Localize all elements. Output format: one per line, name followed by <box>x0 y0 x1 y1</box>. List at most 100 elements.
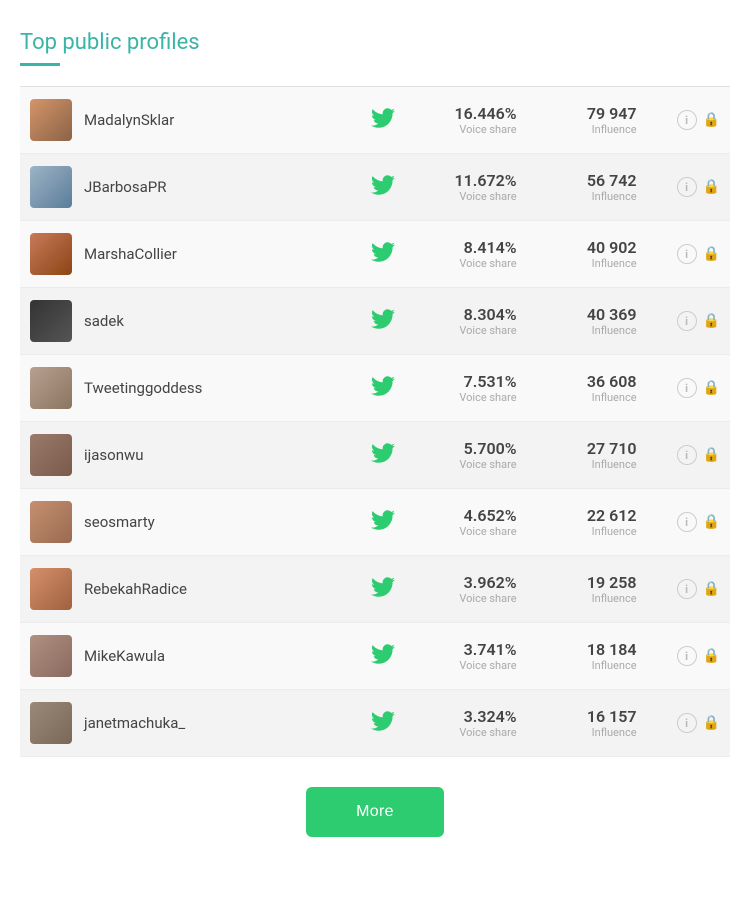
voice-share-label: Voice share <box>427 257 517 270</box>
influence-value: 27 710 <box>547 439 637 458</box>
avatar <box>30 434 72 476</box>
profile-name: Tweetinggoddess <box>84 379 369 397</box>
info-icon[interactable]: i <box>677 244 697 264</box>
voice-share-stat: 4.652% Voice share <box>427 506 517 538</box>
avatar <box>30 99 72 141</box>
influence-stat: 36 608 Influence <box>547 372 637 404</box>
profile-name: MarshaCollier <box>84 245 369 263</box>
voice-share-label: Voice share <box>427 525 517 538</box>
action-icons: i 🔒 <box>677 579 720 599</box>
voice-share-label: Voice share <box>427 391 517 404</box>
influence-stat: 79 947 Influence <box>547 104 637 136</box>
influence-stat: 22 612 Influence <box>547 506 637 538</box>
influence-label: Influence <box>547 592 637 605</box>
twitter-icon <box>369 575 397 603</box>
voice-share-stat: 16.446% Voice share <box>427 104 517 136</box>
lock-icon: 🔒 <box>703 380 720 396</box>
profile-list: MadalynSklar 16.446% Voice share 79 947 … <box>20 87 730 757</box>
voice-share-stat: 7.531% Voice share <box>427 372 517 404</box>
stats-group: 8.304% Voice share 40 369 Influence i 🔒 <box>427 305 720 337</box>
twitter-icon <box>369 709 397 737</box>
influence-stat: 19 258 Influence <box>547 573 637 605</box>
voice-share-stat: 8.304% Voice share <box>427 305 517 337</box>
info-icon[interactable]: i <box>677 646 697 666</box>
stats-group: 7.531% Voice share 36 608 Influence i 🔒 <box>427 372 720 404</box>
title-underline <box>20 63 60 66</box>
influence-value: 40 902 <box>547 238 637 257</box>
info-icon[interactable]: i <box>677 311 697 331</box>
stats-group: 16.446% Voice share 79 947 Influence i 🔒 <box>427 104 720 136</box>
influence-stat: 18 184 Influence <box>547 640 637 672</box>
table-row: MikeKawula 3.741% Voice share 18 184 Inf… <box>20 623 730 690</box>
action-icons: i 🔒 <box>677 713 720 733</box>
action-icons: i 🔒 <box>677 646 720 666</box>
stats-group: 5.700% Voice share 27 710 Influence i 🔒 <box>427 439 720 471</box>
lock-icon: 🔒 <box>703 246 720 262</box>
voice-share-label: Voice share <box>427 190 517 203</box>
twitter-icon <box>369 642 397 670</box>
info-icon[interactable]: i <box>677 579 697 599</box>
voice-share-value: 7.531% <box>427 372 517 391</box>
table-row: janetmachuka_ 3.324% Voice share 16 157 … <box>20 690 730 757</box>
twitter-icon <box>369 173 397 201</box>
voice-share-value: 3.741% <box>427 640 517 659</box>
info-icon[interactable]: i <box>677 713 697 733</box>
influence-label: Influence <box>547 391 637 404</box>
influence-stat: 27 710 Influence <box>547 439 637 471</box>
avatar <box>30 702 72 744</box>
voice-share-label: Voice share <box>427 458 517 471</box>
voice-share-value: 5.700% <box>427 439 517 458</box>
twitter-icon <box>369 307 397 335</box>
table-row: RebekahRadice 3.962% Voice share 19 258 … <box>20 556 730 623</box>
voice-share-label: Voice share <box>427 659 517 672</box>
voice-share-value: 8.414% <box>427 238 517 257</box>
profile-name: sadek <box>84 312 369 330</box>
influence-label: Influence <box>547 123 637 136</box>
voice-share-stat: 3.962% Voice share <box>427 573 517 605</box>
influence-value: 19 258 <box>547 573 637 592</box>
influence-label: Influence <box>547 458 637 471</box>
voice-share-value: 3.962% <box>427 573 517 592</box>
influence-value: 16 157 <box>547 707 637 726</box>
voice-share-label: Voice share <box>427 592 517 605</box>
voice-share-stat: 5.700% Voice share <box>427 439 517 471</box>
page-title: Top public profiles <box>20 30 730 55</box>
info-icon[interactable]: i <box>677 445 697 465</box>
action-icons: i 🔒 <box>677 177 720 197</box>
stats-group: 8.414% Voice share 40 902 Influence i 🔒 <box>427 238 720 270</box>
influence-stat: 16 157 Influence <box>547 707 637 739</box>
lock-icon: 🔒 <box>703 581 720 597</box>
profile-name: MadalynSklar <box>84 111 369 129</box>
voice-share-label: Voice share <box>427 324 517 337</box>
avatar <box>30 635 72 677</box>
stats-group: 4.652% Voice share 22 612 Influence i 🔒 <box>427 506 720 538</box>
voice-share-stat: 3.741% Voice share <box>427 640 517 672</box>
action-icons: i 🔒 <box>677 244 720 264</box>
table-row: JBarbosaPR 11.672% Voice share 56 742 In… <box>20 154 730 221</box>
table-row: sadek 8.304% Voice share 40 369 Influenc… <box>20 288 730 355</box>
more-button[interactable]: More <box>306 787 444 837</box>
influence-stat: 40 902 Influence <box>547 238 637 270</box>
action-icons: i 🔒 <box>677 311 720 331</box>
lock-icon: 🔒 <box>703 648 720 664</box>
info-icon[interactable]: i <box>677 378 697 398</box>
influence-value: 22 612 <box>547 506 637 525</box>
info-icon[interactable]: i <box>677 177 697 197</box>
voice-share-value: 4.652% <box>427 506 517 525</box>
influence-value: 56 742 <box>547 171 637 190</box>
lock-icon: 🔒 <box>703 179 720 195</box>
influence-stat: 40 369 Influence <box>547 305 637 337</box>
twitter-icon <box>369 441 397 469</box>
lock-icon: 🔒 <box>703 313 720 329</box>
stats-group: 3.962% Voice share 19 258 Influence i 🔒 <box>427 573 720 605</box>
profile-name: MikeKawula <box>84 647 369 665</box>
twitter-icon <box>369 508 397 536</box>
profile-name: seosmarty <box>84 513 369 531</box>
info-icon[interactable]: i <box>677 110 697 130</box>
profile-name: janetmachuka_ <box>84 714 369 732</box>
avatar <box>30 501 72 543</box>
table-row: MadalynSklar 16.446% Voice share 79 947 … <box>20 87 730 154</box>
table-row: Tweetinggoddess 7.531% Voice share 36 60… <box>20 355 730 422</box>
info-icon[interactable]: i <box>677 512 697 532</box>
influence-value: 40 369 <box>547 305 637 324</box>
